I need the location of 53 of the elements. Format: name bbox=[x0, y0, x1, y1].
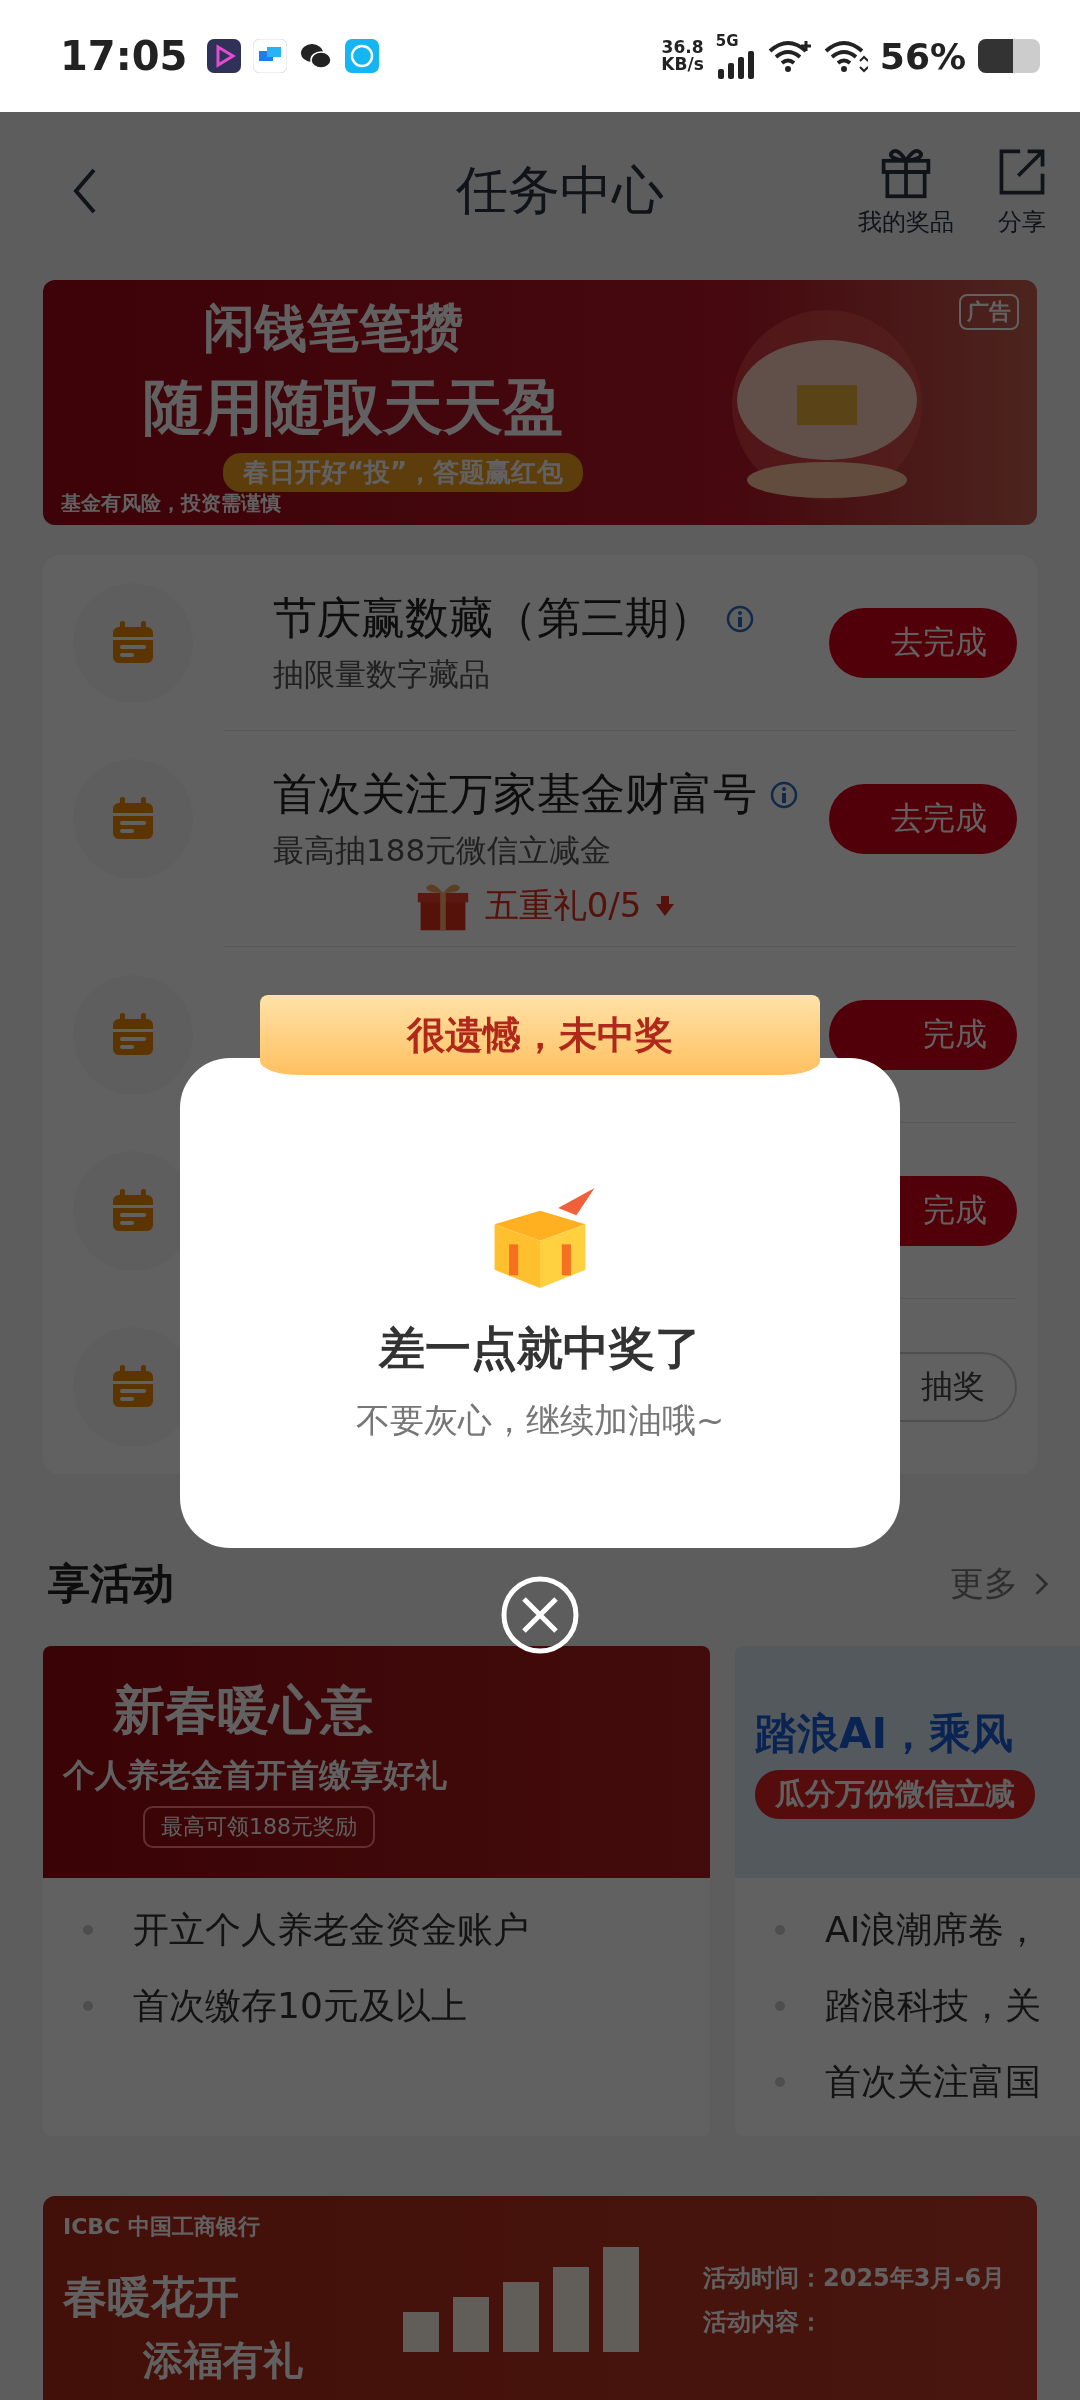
clock: 17:05 bbox=[60, 33, 188, 79]
risk-disclaimer: 基金有风险，投资需谨慎 bbox=[61, 490, 281, 517]
section-title: 享活动 bbox=[48, 1558, 174, 1610]
banner-slogan: 春日开好“投”，答题赢红包 bbox=[223, 452, 584, 492]
network-speed: 36.8 KB/s bbox=[661, 39, 704, 73]
banner-headline: 春暖花开 bbox=[63, 2270, 240, 2324]
promo-banner[interactable]: ICBC 中国工商银行 春暖花开 添福有礼 活动时间：2025年3月-6月 活动内容： bbox=[43, 2196, 1037, 2400]
ribbon-text: 很遗憾，未中奖 bbox=[407, 1011, 673, 1059]
banner-headline: 新春暖心意 bbox=[113, 1679, 373, 1742]
info-icon[interactable] bbox=[769, 779, 799, 810]
activity-step: 首次缴存10元及以上 bbox=[133, 1981, 467, 2031]
task-title: 首次关注万家基金财富号 bbox=[273, 767, 757, 821]
event-period: 活动时间：2025年3月-6月 bbox=[703, 2263, 1006, 2294]
activity-step: 首次关注富国 bbox=[825, 2057, 1041, 2107]
dialog-title: 差一点就中奖了 bbox=[379, 1320, 701, 1377]
activity-card[interactable]: 新春暖心意 个人养老金首开首缴享好礼 最高可领188元奖励 开立个人养老金资金账户 首次缴存10元及以上 bbox=[43, 1646, 710, 2136]
banner-headline: 添福有礼 bbox=[143, 2336, 304, 2385]
wifi-icon bbox=[767, 39, 812, 73]
promo-banner[interactable]: 闲钱笔笔攒 随用随取天天盈 春日开好“投”，答题赢红包 基金有风险，投资需谨慎 广告 bbox=[43, 280, 1037, 525]
chat-notification-icon bbox=[253, 39, 288, 73]
network-type: 5G bbox=[715, 33, 739, 49]
wifi-icon bbox=[823, 39, 868, 73]
app-notification-icon bbox=[207, 39, 242, 73]
banner-tag: 最高可领188元奖励 bbox=[143, 1806, 375, 1848]
bank-logo-text: ICBC 中国工商银行 bbox=[63, 2213, 261, 2241]
banner-headline: 随用随取天天盈 bbox=[143, 370, 563, 444]
task-subtitle: 最高抽188元微信立减金 bbox=[273, 831, 613, 870]
banner-subtitle: 个人养老金首开首缴享好礼 bbox=[63, 1755, 447, 1796]
activity-step: AI浪潮席卷， bbox=[825, 1905, 1041, 1955]
task-subtitle: 抽限量数字藏品 bbox=[273, 655, 491, 694]
header-action-button[interactable]: 我的奖品 bbox=[858, 144, 954, 238]
header-action-button[interactable]: 分享 bbox=[994, 144, 1050, 238]
activity-step: 开立个人养老金资金账户 bbox=[133, 1905, 529, 1955]
close-icon[interactable] bbox=[500, 1575, 580, 1655]
page-title: 任务中心 bbox=[456, 159, 664, 222]
ad-badge: 广告 bbox=[959, 294, 1019, 330]
battery-icon bbox=[978, 39, 1040, 73]
banner-headline: 闲钱笔笔攒 bbox=[203, 296, 463, 360]
task-title: 节庆赢数藏（第三期） bbox=[273, 591, 713, 645]
activity-step: 踏浪科技，关 bbox=[825, 1981, 1041, 2031]
task-button[interactable]: 去完成 bbox=[829, 607, 1017, 678]
info-icon[interactable] bbox=[725, 603, 755, 634]
activity-card[interactable]: 踏浪AI，乘风 瓜分万份微信立减 AI浪潮席卷， 踏浪科技，关 首次关注富国 bbox=[735, 1646, 1080, 2136]
signal-icon bbox=[715, 48, 756, 79]
banner-headline: 踏浪AI，乘风 bbox=[755, 1707, 1014, 1760]
task-button[interactable]: 完成 bbox=[829, 999, 1017, 1070]
dialog-message: 不要灰心，继续加油哦~ bbox=[355, 1399, 725, 1442]
caret-icon[interactable] bbox=[655, 894, 676, 918]
task-button[interactable]: 去完成 bbox=[829, 783, 1017, 854]
battery-percent: 56% bbox=[879, 35, 966, 77]
five-gifts-progress[interactable]: 五重礼0/5 bbox=[484, 883, 642, 929]
banner-subtitle: 瓜分万份微信立减 bbox=[755, 1769, 1035, 1819]
event-content-label: 活动内容： bbox=[703, 2307, 824, 2338]
